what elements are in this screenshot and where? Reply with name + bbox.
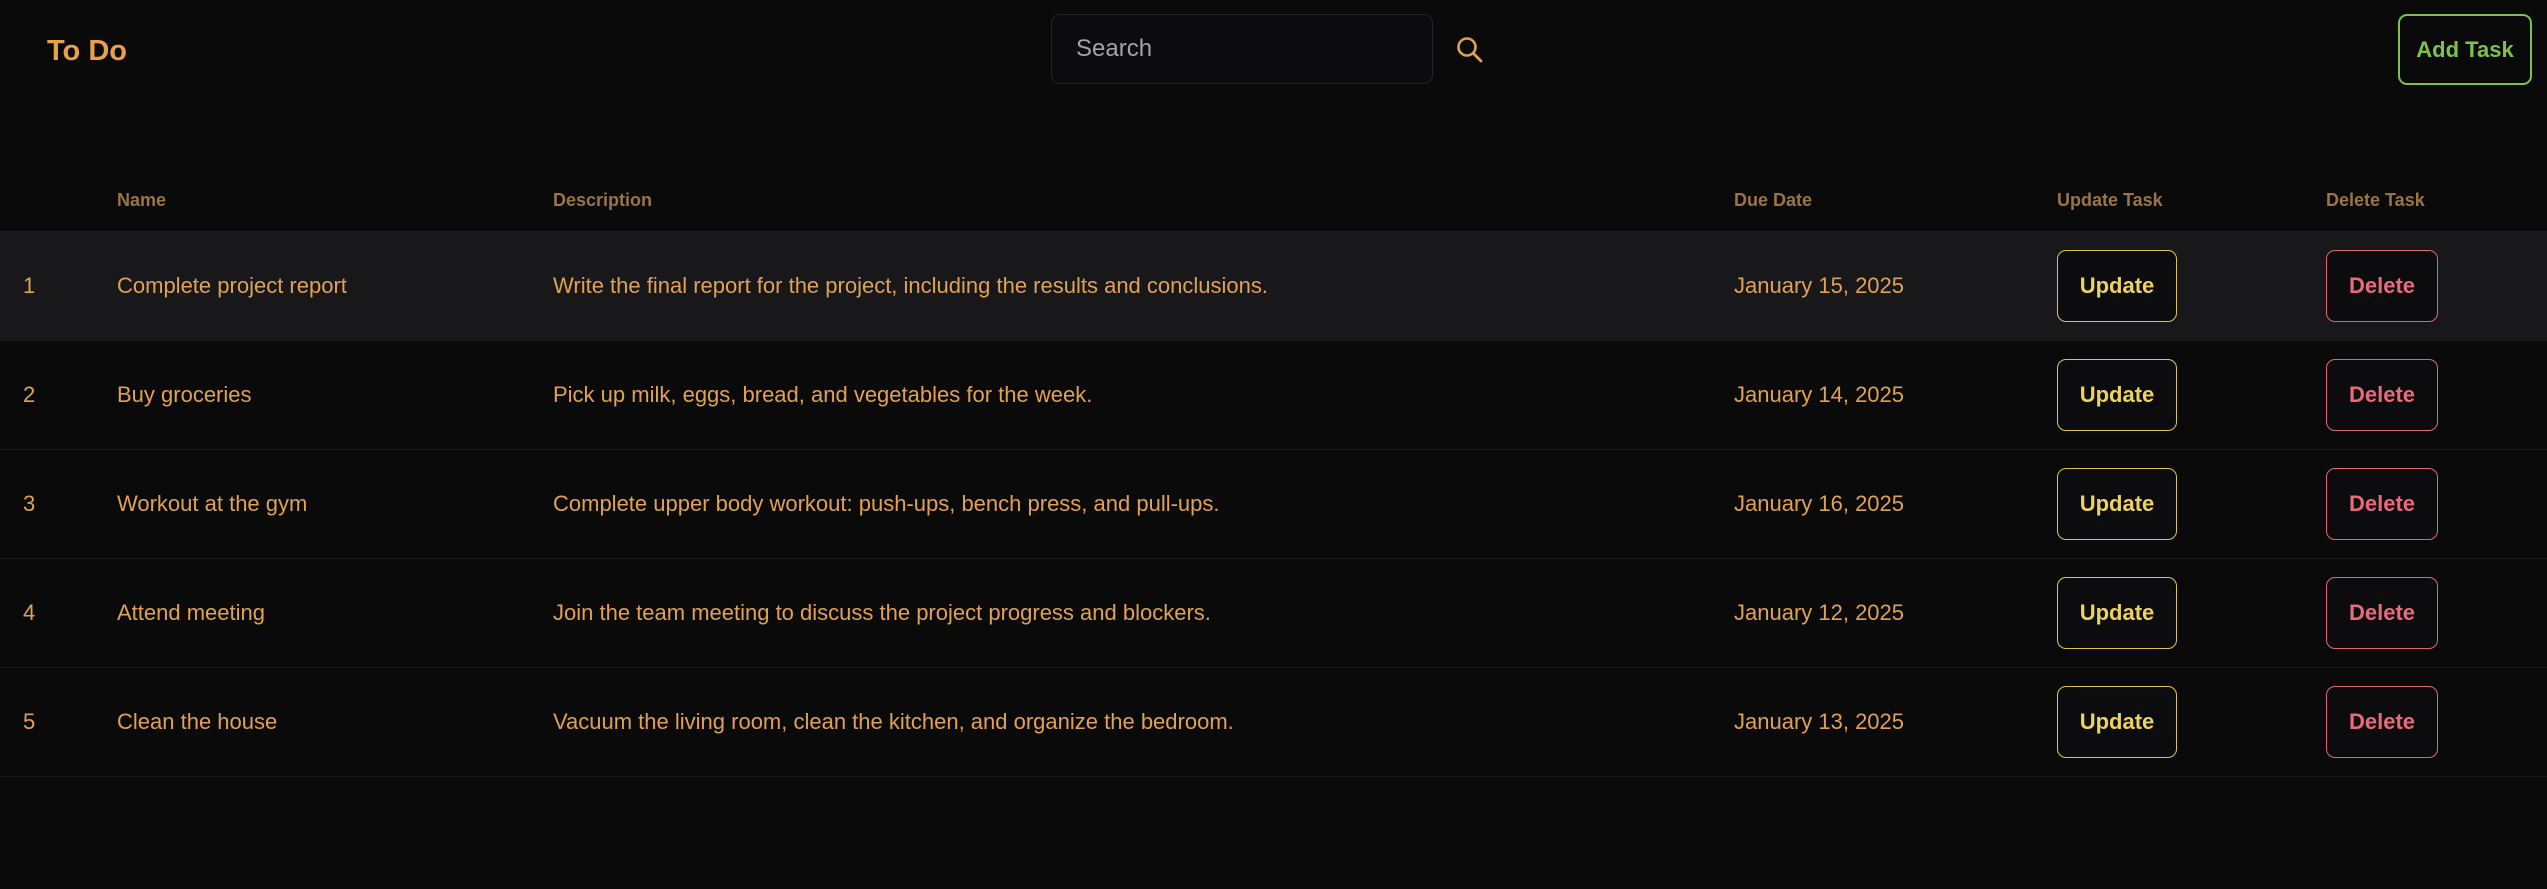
task-name: Buy groceries <box>117 382 252 407</box>
task-description: Vacuum the living room, clean the kitche… <box>553 709 1234 734</box>
top-bar: To Do Add Task <box>0 0 2547 103</box>
row-index: 1 <box>23 273 36 298</box>
header-description: Description <box>553 190 653 210</box>
header-due-date: Due Date <box>1734 190 1813 210</box>
table-row[interactable]: 3 Workout at the gym Complete upper body… <box>0 450 2547 559</box>
row-index: 3 <box>23 491 36 516</box>
header-delete-task: Delete Task <box>2326 190 2425 210</box>
update-button[interactable]: Update <box>2057 686 2177 758</box>
task-description: Complete upper body workout: push-ups, b… <box>553 491 1220 516</box>
delete-cell: Delete <box>2326 559 2438 667</box>
update-cell: Update <box>2057 450 2177 558</box>
delete-button[interactable]: Delete <box>2326 686 2438 758</box>
task-name: Attend meeting <box>117 600 265 625</box>
update-cell: Update <box>2057 668 2177 776</box>
delete-button[interactable]: Delete <box>2326 577 2438 649</box>
task-due-date: January 13, 2025 <box>1734 709 1905 734</box>
add-task-button[interactable]: Add Task <box>2398 14 2532 85</box>
app-title: To Do <box>47 35 127 67</box>
search-box <box>1051 14 1433 84</box>
update-button[interactable]: Update <box>2057 468 2177 540</box>
row-index: 4 <box>23 600 36 625</box>
header-name: Name <box>117 190 167 210</box>
task-due-date: January 15, 2025 <box>1734 273 1905 298</box>
tasks-table: Name Description Due Date Update Task De… <box>0 165 2547 777</box>
update-button[interactable]: Update <box>2057 359 2177 431</box>
task-description: Write the final report for the project, … <box>553 273 1268 298</box>
task-due-date: January 14, 2025 <box>1734 382 1905 407</box>
row-index: 5 <box>23 709 36 734</box>
delete-cell: Delete <box>2326 232 2438 340</box>
delete-button[interactable]: Delete <box>2326 250 2438 322</box>
table-row[interactable]: 2 Buy groceries Pick up milk, eggs, brea… <box>0 341 2547 450</box>
delete-cell: Delete <box>2326 668 2438 776</box>
task-name: Complete project report <box>117 273 347 298</box>
task-description: Join the team meeting to discuss the pro… <box>553 600 1211 625</box>
task-due-date: January 12, 2025 <box>1734 600 1905 625</box>
delete-cell: Delete <box>2326 341 2438 449</box>
table-row[interactable]: 5 Clean the house Vacuum the living room… <box>0 668 2547 777</box>
update-cell: Update <box>2057 232 2177 340</box>
task-name: Clean the house <box>117 709 278 734</box>
update-button[interactable]: Update <box>2057 577 2177 649</box>
task-due-date: January 16, 2025 <box>1734 491 1905 516</box>
task-description: Pick up milk, eggs, bread, and vegetable… <box>553 382 1093 407</box>
update-cell: Update <box>2057 559 2177 667</box>
delete-cell: Delete <box>2326 450 2438 558</box>
search-input[interactable] <box>1052 15 1432 83</box>
table-row[interactable]: 1 Complete project report Write the fina… <box>0 232 2547 341</box>
todo-page: To Do Add Task Name Description Due Date… <box>0 0 2547 889</box>
update-cell: Update <box>2057 341 2177 449</box>
row-index: 2 <box>23 382 36 407</box>
delete-button[interactable]: Delete <box>2326 359 2438 431</box>
table-header: Name Description Due Date Update Task De… <box>0 165 2547 232</box>
delete-button[interactable]: Delete <box>2326 468 2438 540</box>
table-row[interactable]: 4 Attend meeting Join the team meeting t… <box>0 559 2547 668</box>
header-update-task: Update Task <box>2057 190 2163 210</box>
update-button[interactable]: Update <box>2057 250 2177 322</box>
task-name: Workout at the gym <box>117 491 308 516</box>
search-icon[interactable] <box>1450 30 1490 70</box>
